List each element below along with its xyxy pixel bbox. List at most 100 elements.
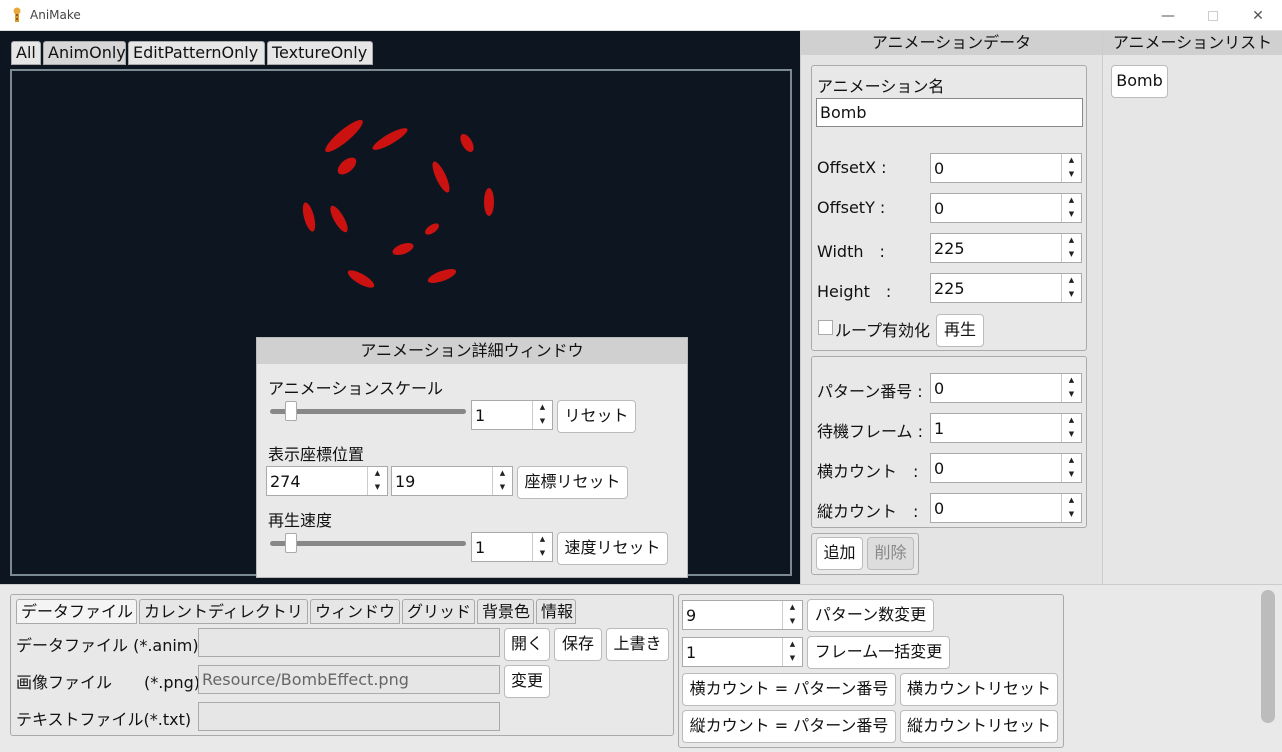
tab-background-color[interactable]: 背景色: [477, 599, 534, 624]
pattern-count-value[interactable]: 9: [686, 606, 696, 625]
scale-value[interactable]: 1: [475, 406, 485, 425]
tab-edit-pattern-only[interactable]: EditPatternOnly: [128, 41, 265, 65]
text-file-input[interactable]: [198, 702, 500, 731]
pattern-count-change-button[interactable]: パターン数変更: [807, 599, 934, 632]
spin-down-icon[interactable]: ▼: [533, 547, 552, 561]
vertical-count-reset-button[interactable]: 縦カウントリセット: [900, 710, 1058, 743]
scale-reset-button[interactable]: リセット: [557, 400, 636, 433]
horizontal-count-spinner[interactable]: 0 ▲ ▼: [930, 453, 1082, 483]
change-button[interactable]: 変更: [504, 665, 550, 698]
offset-x-spinner[interactable]: 0 ▲ ▼: [930, 153, 1082, 183]
spin-up-icon[interactable]: ▲: [1062, 274, 1081, 288]
position-y-value[interactable]: 19: [395, 472, 415, 491]
frame-value[interactable]: 1: [686, 643, 696, 662]
offset-x-value[interactable]: 0: [934, 159, 944, 178]
tab-data-file[interactable]: データファイル: [16, 599, 137, 624]
horizontal-count-value[interactable]: 0: [934, 459, 944, 478]
spin-down-icon[interactable]: ▼: [493, 481, 512, 495]
horizontal-count-reset-button[interactable]: 横カウントリセット: [900, 673, 1058, 706]
wait-frame-value[interactable]: 1: [934, 419, 944, 438]
scale-slider-track[interactable]: [270, 409, 466, 414]
spin-down-icon[interactable]: ▼: [368, 481, 387, 495]
data-file-input[interactable]: [198, 628, 500, 657]
frame-spinner[interactable]: 1 ▲ ▼: [682, 637, 803, 667]
pattern-count-spinner[interactable]: 9 ▲ ▼: [682, 600, 803, 630]
spin-up-icon[interactable]: ▲: [1062, 414, 1081, 428]
spin-up-icon[interactable]: ▲: [1062, 154, 1081, 168]
tab-grid[interactable]: グリッド: [402, 599, 475, 624]
vertical-count-equals-pattern-button[interactable]: 縦カウント = パターン番号: [682, 710, 896, 743]
spin-up-icon[interactable]: ▲: [1062, 374, 1081, 388]
spin-down-icon[interactable]: ▼: [783, 615, 802, 629]
play-button[interactable]: 再生: [936, 314, 984, 347]
image-file-input[interactable]: Resource/BombEffect.png: [198, 665, 500, 694]
position-reset-button[interactable]: 座標リセット: [517, 466, 628, 499]
spin-down-icon[interactable]: ▼: [1062, 168, 1081, 182]
spin-up-icon[interactable]: ▲: [533, 401, 552, 415]
height-value[interactable]: 225: [934, 279, 965, 298]
tab-window[interactable]: ウィンドウ: [310, 599, 400, 624]
spin-up-icon[interactable]: ▲: [1062, 454, 1081, 468]
offset-y-value[interactable]: 0: [934, 199, 944, 218]
frame-bulk-change-button[interactable]: フレーム一括変更: [807, 636, 950, 669]
spin-down-icon[interactable]: ▼: [533, 415, 552, 429]
spin-down-icon[interactable]: ▼: [783, 652, 802, 666]
spin-down-icon[interactable]: ▼: [1062, 288, 1081, 302]
scale-slider-thumb[interactable]: [285, 401, 297, 421]
spin-up-icon[interactable]: ▲: [783, 638, 802, 652]
position-x-value[interactable]: 274: [270, 472, 301, 491]
spin-up-icon[interactable]: ▲: [1062, 234, 1081, 248]
spin-up-icon[interactable]: ▲: [533, 533, 552, 547]
tab-texture-only[interactable]: TextureOnly: [267, 41, 373, 65]
scrollbar-thumb[interactable]: [1261, 590, 1275, 723]
spin-up-icon[interactable]: ▲: [493, 467, 512, 481]
speed-value[interactable]: 1: [475, 538, 485, 557]
spin-up-icon[interactable]: ▲: [783, 601, 802, 615]
save-button[interactable]: 保存: [554, 628, 602, 661]
detail-window-title[interactable]: アニメーション詳細ウィンドウ: [257, 338, 687, 364]
tab-info[interactable]: 情報: [536, 599, 576, 624]
overwrite-button[interactable]: 上書き: [606, 628, 669, 661]
width-spinner[interactable]: 225 ▲ ▼: [930, 233, 1082, 263]
offset-y-spinner[interactable]: 0 ▲ ▼: [930, 193, 1082, 223]
close-icon[interactable]: ✕: [1235, 0, 1281, 31]
position-x-spinner[interactable]: 274 ▲ ▼: [266, 466, 388, 496]
pattern-number-spinner[interactable]: 0 ▲ ▼: [930, 373, 1082, 403]
spin-up-icon[interactable]: ▲: [1062, 194, 1081, 208]
spin-down-icon[interactable]: ▼: [1062, 208, 1081, 222]
spin-down-icon[interactable]: ▼: [1062, 248, 1081, 262]
spin-down-icon[interactable]: ▼: [1062, 468, 1081, 482]
spin-down-icon[interactable]: ▼: [1062, 508, 1081, 522]
minimize-icon[interactable]: —: [1145, 0, 1191, 31]
wait-frame-spinner[interactable]: 1 ▲ ▼: [930, 413, 1082, 443]
animation-list-item[interactable]: Bomb: [1111, 65, 1168, 98]
delete-button[interactable]: 削除: [867, 537, 914, 570]
vertical-count-spinner[interactable]: 0 ▲ ▼: [930, 493, 1082, 523]
speed-reset-button[interactable]: 速度リセット: [557, 532, 668, 565]
loop-checkbox[interactable]: [818, 320, 833, 335]
spin-down-icon[interactable]: ▼: [1062, 428, 1081, 442]
animation-detail-window[interactable]: アニメーション詳細ウィンドウ アニメーションスケール 1 ▲ ▼ リセット 表示座…: [256, 337, 688, 578]
horizontal-count-equals-pattern-button[interactable]: 横カウント = パターン番号: [682, 673, 896, 706]
horizontal-count-label: 横カウント :: [817, 462, 919, 481]
pattern-number-value[interactable]: 0: [934, 379, 944, 398]
vertical-count-value[interactable]: 0: [934, 499, 944, 518]
animation-name-input[interactable]: Bomb: [816, 98, 1083, 127]
tab-all[interactable]: All: [11, 41, 41, 65]
width-label: Width :: [817, 242, 885, 261]
spin-up-icon[interactable]: ▲: [1062, 494, 1081, 508]
spin-down-icon[interactable]: ▼: [1062, 388, 1081, 402]
position-y-spinner[interactable]: 19 ▲ ▼: [391, 466, 513, 496]
speed-spinner[interactable]: 1 ▲ ▼: [471, 532, 553, 562]
scale-spinner[interactable]: 1 ▲ ▼: [471, 400, 553, 430]
tab-anim-only[interactable]: AnimOnly: [43, 41, 126, 65]
spin-up-icon[interactable]: ▲: [368, 467, 387, 481]
add-button[interactable]: 追加: [816, 537, 863, 570]
height-spinner[interactable]: 225 ▲ ▼: [930, 273, 1082, 303]
maximize-icon[interactable]: [1190, 0, 1236, 31]
width-value[interactable]: 225: [934, 239, 965, 258]
speed-slider-track[interactable]: [270, 541, 466, 546]
open-button[interactable]: 開く: [504, 628, 550, 661]
tab-current-directory[interactable]: カレントディレクトリ: [139, 599, 308, 624]
speed-slider-thumb[interactable]: [285, 533, 297, 553]
